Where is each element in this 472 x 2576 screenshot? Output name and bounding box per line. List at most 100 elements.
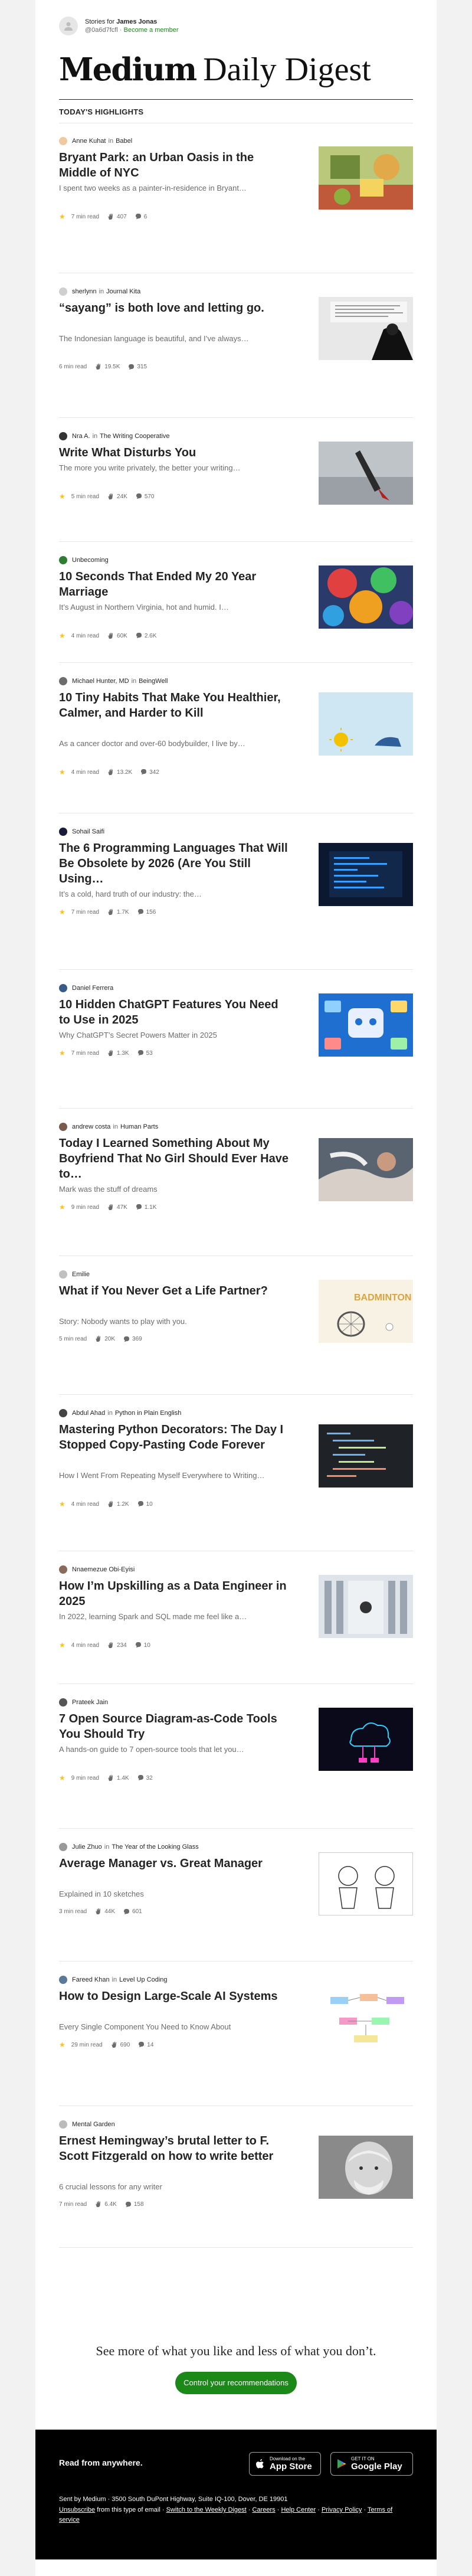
publication-name[interactable]: Babel <box>116 138 132 145</box>
help-center-link[interactable]: Help Center <box>281 2506 316 2513</box>
article-item[interactable]: Nnaemezue Obi-Eyisi How I’m Upskilling as… <box>59 1551 413 1684</box>
article-thumbnail[interactable] <box>319 1138 413 1201</box>
article-byline: Unbecoming <box>59 556 113 564</box>
article-title[interactable]: Today I Learned Something About My Boyfr… <box>59 1136 292 1182</box>
author-name[interactable]: Emilie <box>72 1271 90 1278</box>
article-thumbnail[interactable] <box>319 843 413 906</box>
article-thumbnail[interactable]: BADMINTON <box>319 1280 413 1343</box>
author-name[interactable]: Julie Zhuo <box>72 1843 102 1851</box>
app-store-badge[interactable]: Download on the App Store <box>249 2452 321 2476</box>
article-item[interactable]: Anne Kuhat in Babel Bryant Park: an Urban O… <box>59 123 413 273</box>
article-title[interactable]: How to Design Large-Scale AI Systems <box>59 1989 292 2004</box>
publication-name[interactable]: Level Up Coding <box>119 1976 167 1983</box>
article-item[interactable]: Emilie What if You Never Get a Life Partn… <box>59 1256 413 1395</box>
author-name[interactable]: sherlynn <box>72 288 97 295</box>
article-title[interactable]: What if You Never Get a Life Partner? <box>59 1283 292 1299</box>
article-title[interactable]: The 6 Programming Languages That Will Be… <box>59 841 292 887</box>
article-item[interactable]: Michael Hunter, MD in BeingWell 10 Tiny Hab… <box>59 663 413 813</box>
clap-count: 407 <box>117 213 127 220</box>
article-title[interactable]: How I’m Upskilling as a Data Engineer in… <box>59 1578 292 1609</box>
control-recommendations-button[interactable]: Control your recommendations <box>175 2372 297 2394</box>
read-time: 29 min read <box>71 2041 103 2048</box>
author-name[interactable]: Anne Kuhat <box>72 138 106 145</box>
article-item[interactable]: andrew costa in Human Parts Today I Learned… <box>59 1109 413 1256</box>
article-thumbnail[interactable] <box>319 1424 413 1488</box>
response-count: 32 <box>146 1774 153 1781</box>
article-thumbnail[interactable] <box>319 442 413 505</box>
publication-name[interactable]: The Year of the Looking Glass <box>112 1843 198 1851</box>
article-byline: Julie Zhuo in The Year of the Looking Glas… <box>59 1843 199 1851</box>
article-title[interactable]: Ernest Hemingway’s brutal letter to F. S… <box>59 2133 292 2164</box>
careers-link[interactable]: Careers <box>253 2506 276 2513</box>
article-thumbnail[interactable] <box>319 2136 413 2199</box>
author-name[interactable]: Nra A. <box>72 433 90 440</box>
article-title[interactable]: “sayang” is both love and letting go. <box>59 300 292 316</box>
member-star-icon: ★ <box>59 492 65 501</box>
article-item[interactable]: Nra A. in The Writing Cooperative Write Wha… <box>59 418 413 542</box>
response-count: 14 <box>147 2041 154 2048</box>
author-avatar <box>59 1270 67 1279</box>
publication-name[interactable]: The Writing Cooperative <box>100 433 169 440</box>
privacy-policy-link[interactable]: Privacy Policy <box>322 2506 362 2513</box>
article-item[interactable]: Abdul Ahad in Python in Plain English Maste… <box>59 1395 413 1551</box>
unsubscribe-link[interactable]: Unsubscribe <box>59 2506 95 2513</box>
article-item[interactable]: Fareed Khan in Level Up Coding How to Desig… <box>59 1962 413 2106</box>
article-item[interactable]: Prateek Jain 7 Open Source Diagram-as-Cod… <box>59 1684 413 1829</box>
footer: Read from anywhere. Download on the App … <box>35 2430 437 2559</box>
clap-icon <box>107 213 117 221</box>
article-item[interactable]: sherlynn in Journal Kita “sayang” is both l… <box>59 273 413 418</box>
read-time: 9 min read <box>71 1204 100 1211</box>
publication-name[interactable]: Journal Kita <box>106 288 140 295</box>
article-thumbnail[interactable] <box>319 1985 413 2048</box>
author-avatar <box>59 2120 67 2129</box>
google-play-badge[interactable]: GET IT ON Google Play <box>330 2452 413 2476</box>
article-title[interactable]: 10 Hidden ChatGPT Features You Need to U… <box>59 997 292 1028</box>
article-title[interactable]: 10 Tiny Habits That Make You Healthier, … <box>59 690 292 721</box>
article-thumbnail[interactable] <box>319 565 413 629</box>
become-member-link[interactable]: Become a member <box>124 27 179 34</box>
author-name[interactable]: andrew costa <box>72 1123 110 1130</box>
article-title[interactable]: 7 Open Source Diagram-as-Code Tools You … <box>59 1711 292 1742</box>
article-title[interactable]: Write What Disturbs You <box>59 445 292 460</box>
author-name[interactable]: Daniel Ferrera <box>72 985 113 992</box>
article-item[interactable]: Daniel Ferrera 10 Hidden ChatGPT Features… <box>59 970 413 1109</box>
author-name[interactable]: Prateek Jain <box>72 1699 108 1706</box>
article-byline: Nnaemezue Obi-Eyisi <box>59 1565 139 1574</box>
author-name[interactable]: Fareed Khan <box>72 1976 110 1983</box>
article-title[interactable]: Bryant Park: an Urban Oasis in the Middl… <box>59 150 292 181</box>
apple-icon <box>256 2459 264 2469</box>
article-thumbnail[interactable] <box>319 1852 413 1915</box>
author-name[interactable]: Michael Hunter, MD <box>72 678 129 685</box>
publication-name[interactable]: Human Parts <box>120 1123 158 1130</box>
author-avatar <box>59 556 67 564</box>
clap-icon <box>107 1774 117 1782</box>
article-title[interactable]: 10 Seconds That Ended My 20 Year Marriag… <box>59 569 292 600</box>
stories-for-line: Stories for James Jonas <box>85 18 179 25</box>
read-time: 7 min read <box>59 2201 87 2208</box>
author-name[interactable]: Unbecoming <box>72 557 109 564</box>
medium-logo[interactable]: Medium <box>59 51 197 88</box>
article-title[interactable]: Mastering Python Decorators: The Day I S… <box>59 1422 292 1453</box>
article-item[interactable]: Mental Garden Ernest Hemingway’s brutal l… <box>59 2106 413 2248</box>
article-thumbnail[interactable] <box>319 692 413 756</box>
article-item[interactable]: Sohail Saifi The 6 Programming Languages … <box>59 813 413 970</box>
author-name[interactable]: Sohail Saifi <box>72 828 104 835</box>
article-thumbnail[interactable] <box>319 297 413 360</box>
article-thumbnail[interactable] <box>319 146 413 210</box>
article-title[interactable]: Average Manager vs. Great Manager <box>59 1856 292 1871</box>
article-item[interactable]: Julie Zhuo in The Year of the Looking Glas… <box>59 1829 413 1962</box>
article-thumbnail[interactable] <box>319 1708 413 1771</box>
article-subtitle: It’s a cold, hard truth of our industry:… <box>59 890 202 898</box>
publication-name[interactable]: Python in Plain English <box>115 1410 182 1417</box>
author-name[interactable]: Mental Garden <box>72 2121 115 2128</box>
author-name[interactable]: Abdul Ahad <box>72 1410 105 1417</box>
read-time: 4 min read <box>71 1501 100 1508</box>
article-thumbnail[interactable] <box>319 1575 413 1638</box>
article-stats: ★ 9 min read 1.4K 32 <box>59 1774 153 1782</box>
author-name[interactable]: Nnaemezue Obi-Eyisi <box>72 1566 135 1573</box>
switch-weekly-link[interactable]: Switch to the Weekly Digest <box>166 2506 247 2513</box>
article-item[interactable]: Unbecoming 10 Seconds That Ended My 20 Ye… <box>59 542 413 663</box>
publication-name[interactable]: BeingWell <box>139 678 168 685</box>
user-avatar[interactable] <box>59 17 78 35</box>
article-thumbnail[interactable] <box>319 993 413 1057</box>
